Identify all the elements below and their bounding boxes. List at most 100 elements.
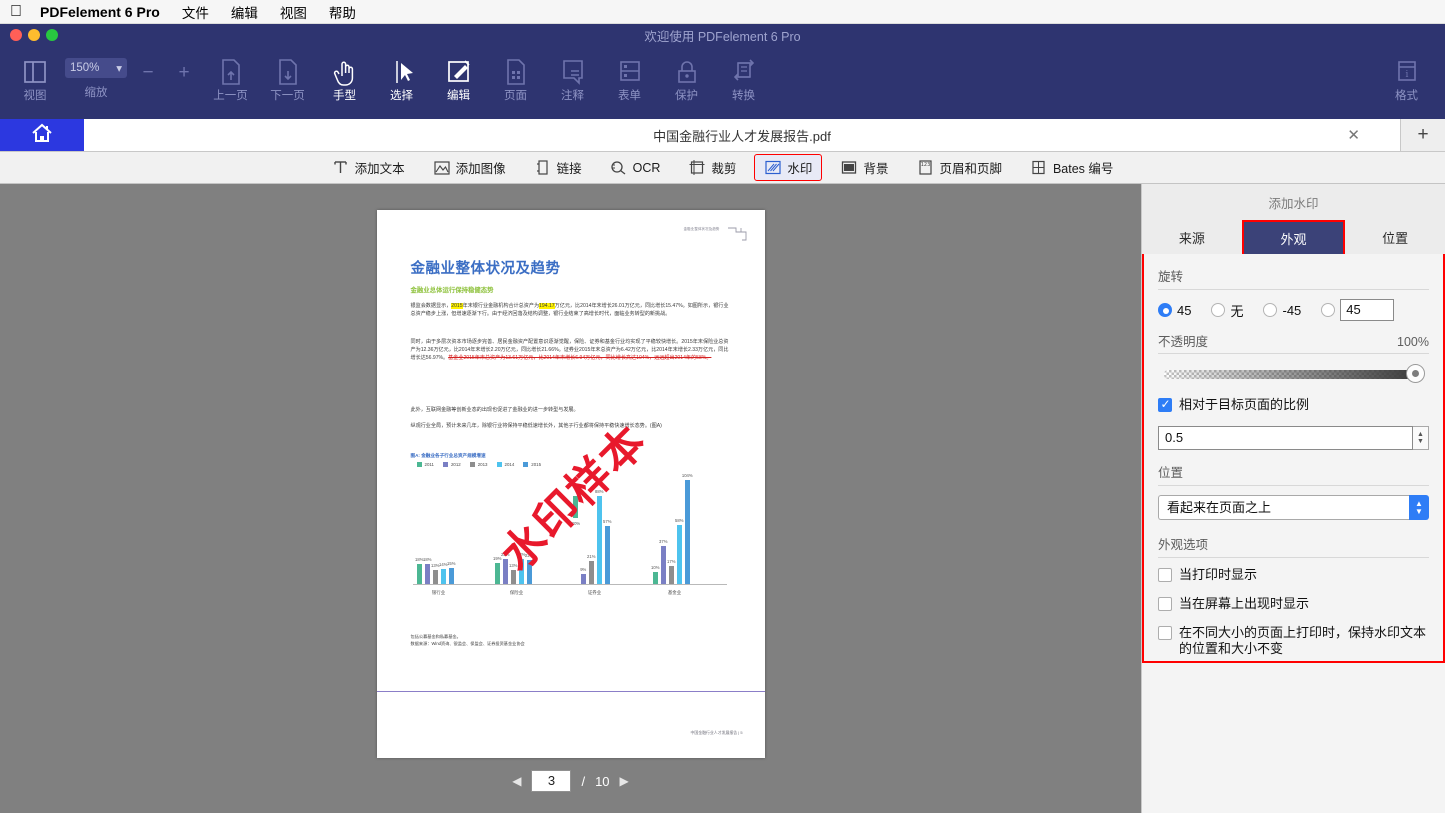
legend-swatch	[497, 462, 502, 467]
position-section-label: 位置	[1158, 462, 1429, 486]
page-number-input[interactable]: 3	[531, 770, 571, 792]
paragraph-2: 同时，由于多层次资本市场逐步完善、居民金融资产配置意识逐渐觉醒，保险、证券和基金…	[411, 338, 729, 363]
toolbar-prev-page[interactable]: 上一页	[202, 50, 259, 112]
background-button[interactable]: 背景	[830, 154, 898, 181]
rotation-radio-custom[interactable]	[1321, 303, 1335, 317]
bar-group: 18% 18% 13% 14% 15%	[417, 564, 455, 584]
relative-scale-label: 相对于目标页面的比例	[1179, 397, 1309, 413]
toolbar-hand-tool[interactable]: 手型	[316, 50, 373, 112]
page-separator: /	[581, 774, 585, 789]
page-navigator: ◀ 3 / 10 ▶	[512, 770, 629, 792]
zoom-in-button[interactable]: +	[166, 50, 202, 84]
relative-scale-row[interactable]: 相对于目标页面的比例	[1158, 397, 1429, 413]
bar: 23%	[519, 559, 525, 584]
menu-file[interactable]: 文件	[182, 2, 209, 22]
zoom-out-button[interactable]: −	[130, 50, 166, 84]
scale-stepper[interactable]: ▲ ▼	[1413, 426, 1429, 450]
apple-logo-icon[interactable]: 	[10, 4, 22, 20]
maximize-window-button[interactable]	[46, 29, 58, 41]
menu-edit[interactable]: 编辑	[231, 2, 258, 22]
legend-label: 2015	[531, 462, 541, 467]
bar-value: 9%	[580, 567, 586, 572]
toolbar-comments[interactable]: 注释	[544, 50, 601, 112]
show-when-printing-checkbox[interactable]	[1158, 568, 1172, 582]
ocr-button[interactable]: OCR	[600, 156, 671, 180]
show-when-printing-row[interactable]: 当打印时显示	[1158, 567, 1429, 583]
zoom-select[interactable]: 150% ▾	[65, 58, 127, 78]
toolbar-format-button[interactable]: i 格式	[1378, 50, 1435, 112]
edit-icon	[446, 56, 472, 88]
page-corner-mark-icon	[727, 226, 747, 242]
show-on-screen-checkbox[interactable]	[1158, 597, 1172, 611]
paragraph-3: 此外，互联网金融等创新业态的出现也促进了金融业的进一步转型与发展。	[411, 406, 729, 414]
keep-size-row[interactable]: 在不同大小的页面上打印时，保持水印文本的位置和大小不变	[1158, 625, 1429, 657]
p1-part-a: 银监会数据显示，	[411, 303, 452, 309]
asset-growth-chart: 2011 2012 2013 2014 2015 18% 18% 13%	[413, 462, 727, 626]
category-label: 保险业	[495, 590, 539, 596]
home-icon	[30, 122, 54, 149]
toolbar-pages[interactable]: 页面	[487, 50, 544, 112]
format-info-icon: i	[1395, 56, 1419, 88]
pdf-page[interactable]: 金融业整体状况及趋势 金融业整体状况及趋势 金融业总体运行保持稳健态势 银监会数…	[377, 210, 765, 758]
document-viewer[interactable]: 金融业整体状况及趋势 金融业整体状况及趋势 金融业总体运行保持稳健态势 银监会数…	[0, 184, 1141, 813]
crop-icon	[688, 160, 706, 176]
crop-button[interactable]: 裁剪	[678, 154, 746, 181]
toolbar-next-page[interactable]: 下一页	[259, 50, 316, 112]
home-tab[interactable]	[0, 119, 84, 151]
header-footer-button[interactable]: 123 页眉和页脚	[906, 154, 1012, 181]
pages-label: 页面	[504, 90, 527, 103]
toolbar-protect[interactable]: 保护	[658, 50, 715, 112]
scale-value-input[interactable]: 0.5	[1158, 426, 1413, 450]
appearance-options-label: 外观选项	[1158, 534, 1429, 558]
svg-text:123: 123	[921, 162, 931, 168]
toolbar-convert[interactable]: 转换	[715, 50, 772, 112]
add-text-label: 添加文本	[355, 158, 405, 177]
add-image-button[interactable]: 添加图像	[423, 154, 516, 181]
toolbar-select-tool[interactable]: 选择	[373, 50, 430, 112]
rotation-radio-45[interactable]	[1158, 303, 1172, 317]
new-tab-button[interactable]: +	[1400, 119, 1445, 151]
close-icon[interactable]: ✕	[1347, 126, 1360, 144]
rotation-custom-input[interactable]: 45	[1340, 299, 1394, 321]
position-select[interactable]: 看起来在页面之上 ▲ ▼	[1158, 495, 1429, 520]
opacity-slider-knob[interactable]	[1406, 364, 1425, 383]
chart-legend: 2011 2012 2013 2014 2015	[413, 462, 727, 467]
header-footer-label: 页眉和页脚	[939, 158, 1002, 177]
keep-size-checkbox[interactable]	[1158, 626, 1172, 640]
tab-appearance[interactable]: 外观	[1242, 220, 1346, 254]
watermark-label: 水印	[787, 158, 812, 177]
rotation-radio-minus45[interactable]	[1263, 303, 1277, 317]
bar: 18%	[425, 564, 431, 584]
bates-numbering-button[interactable]: Bates 编号	[1020, 154, 1123, 181]
rotation-radio-none[interactable]	[1211, 303, 1225, 317]
select-icon	[390, 56, 414, 88]
toolbar-view-button[interactable]: 视图	[8, 50, 62, 112]
background-label: 背景	[863, 158, 888, 177]
toolbar-edit-tool[interactable]: 编辑	[430, 50, 487, 112]
next-page-icon[interactable]: ▶	[620, 774, 629, 788]
minimize-window-button[interactable]	[28, 29, 40, 41]
close-window-button[interactable]	[10, 29, 22, 41]
bar-value: 57%	[603, 519, 611, 524]
prev-page-icon[interactable]: ◀	[512, 774, 521, 788]
show-on-screen-row[interactable]: 当在屏幕上出现时显示	[1158, 596, 1429, 612]
tab-position[interactable]: 位置	[1345, 220, 1445, 254]
window-title: 欢迎使用 PDFelement 6 Pro	[0, 26, 1445, 45]
p1-highlight-1: 2015	[451, 303, 462, 309]
position-select-arrow[interactable]: ▲ ▼	[1409, 495, 1429, 520]
watermark-button[interactable]: 水印	[754, 154, 822, 181]
form-label: 表单	[618, 90, 641, 103]
toolbar-form[interactable]: 表单	[601, 50, 658, 112]
menu-view[interactable]: 视图	[280, 2, 307, 22]
add-text-button[interactable]: 添加文本	[322, 154, 415, 181]
opacity-slider-track	[1164, 370, 1415, 379]
paragraph-1: 银监会数据显示，2015年末银行业金融机构合计总资产为194.17万亿元，比20…	[411, 302, 729, 318]
menu-help[interactable]: 帮助	[329, 2, 356, 22]
relative-scale-checkbox[interactable]	[1158, 398, 1172, 412]
legend-label: 2014	[505, 462, 515, 467]
opacity-slider[interactable]	[1160, 363, 1427, 385]
legend-item: 2011	[417, 462, 434, 467]
tab-source[interactable]: 来源	[1142, 220, 1242, 254]
document-tab[interactable]: 中国金融行业人才发展报告.pdf ✕	[84, 119, 1400, 151]
link-button[interactable]: 链接	[524, 154, 592, 181]
